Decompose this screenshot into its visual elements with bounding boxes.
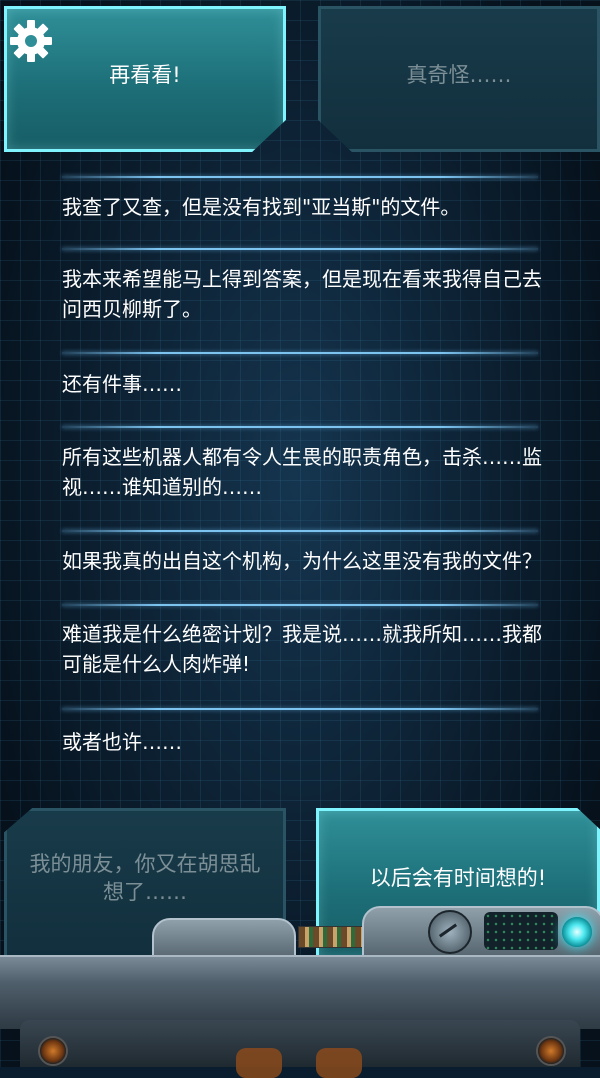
panel-marking	[316, 1048, 362, 1078]
divider	[62, 708, 538, 710]
choice-label: 我的朋友，你又在胡思乱想了……	[29, 852, 261, 904]
message-5: 如果我真的出自这个机构，为什么这里没有我的文件？	[62, 549, 542, 573]
message-7: 或者也许……	[62, 730, 182, 754]
status-light-icon	[562, 917, 592, 947]
circuit-chip	[298, 926, 364, 948]
divider	[62, 604, 538, 606]
panel-marking	[236, 1048, 282, 1078]
message-4: 所有这些机器人都有令人生畏的职责角色，击杀……监视……谁知道别的……	[62, 445, 542, 499]
choice-label: 以后会有时间想的!	[369, 866, 547, 890]
message-3: 还有件事……	[62, 372, 182, 396]
gear-icon[interactable]	[8, 18, 54, 64]
divider	[62, 352, 538, 354]
choice-label: 再看看!	[109, 63, 181, 87]
divider	[62, 426, 538, 428]
message-6: 难道我是什么绝密计划？我是说……就我所知……我都可能是什么人肉炸弹!	[62, 622, 542, 676]
choice-label: 真奇怪……	[406, 63, 512, 87]
message-1: 我查了又查，但是没有找到"亚当斯"的文件。	[62, 195, 461, 219]
divider	[62, 248, 538, 250]
divider	[62, 530, 538, 532]
machine-panel	[0, 955, 600, 1029]
machine-base	[20, 1020, 580, 1067]
scan-button-icon[interactable]	[428, 910, 472, 954]
divider	[62, 176, 538, 178]
bolt-icon	[536, 1036, 566, 1066]
message-2: 我本来希望能马上得到答案，但是现在看来我得自己去问西贝柳斯了。	[62, 267, 542, 321]
bolt-icon	[38, 1036, 68, 1066]
circuit-board	[484, 912, 558, 950]
choice-button-strange[interactable]: 真奇怪……	[318, 6, 600, 152]
